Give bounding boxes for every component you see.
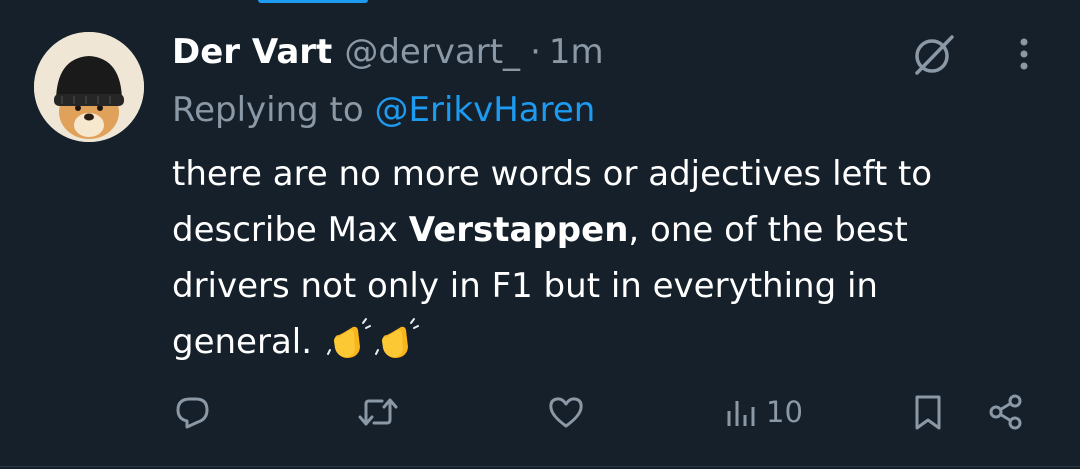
replying-prefix: Replying to — [172, 90, 364, 130]
divider — [0, 466, 1080, 467]
user-handle[interactable]: @dervart_ — [344, 28, 520, 76]
tweet-text-line: describe Max Verstappen, one of the best — [172, 202, 1052, 258]
clapping-hands-emoji — [374, 317, 419, 361]
views-count: 10 — [766, 395, 803, 429]
tweet-actions-bar: 10 — [0, 384, 1080, 440]
reply-icon — [174, 393, 212, 431]
tweet-header: Der Vart @dervart_ · 1m — [172, 28, 604, 76]
retweet-button[interactable] — [356, 384, 400, 440]
views-button[interactable]: 10 — [724, 384, 803, 440]
share-button[interactable] — [986, 384, 1026, 440]
like-icon — [546, 393, 586, 431]
more-icon[interactable] — [1002, 30, 1046, 78]
clapping-hands-emoji — [326, 317, 371, 361]
tweet-text-bold: Verstappen — [408, 210, 629, 250]
grok-icon[interactable] — [908, 28, 960, 80]
tweet-text-line: drivers not only in F1 but in everything… — [172, 266, 878, 306]
tweet-text-segment: general. — [172, 322, 313, 362]
tweet-text: there are no more words or adjectives le… — [172, 146, 1052, 370]
reply-button[interactable] — [174, 384, 212, 440]
timestamp[interactable]: 1m — [549, 28, 604, 76]
separator-dot: · — [530, 32, 541, 72]
tweet-text-line: there are no more words or adjectives le… — [172, 154, 933, 194]
views-icon — [724, 393, 760, 431]
replying-to-line: Replying to @ErikvHaren — [172, 86, 595, 134]
reply-mention-link[interactable]: @ErikvHaren — [375, 90, 596, 130]
avatar[interactable] — [34, 32, 144, 142]
like-button[interactable] — [546, 384, 586, 440]
retweet-icon — [356, 393, 400, 431]
tweet-text-segment: , one of the best — [628, 210, 908, 250]
tweet[interactable]: Der Vart @dervart_ · 1m Replying to @Eri… — [0, 0, 1080, 469]
tweet-text-segment: describe Max — [172, 210, 409, 250]
tweet-text-line: general. — [172, 314, 1052, 370]
share-icon — [986, 392, 1026, 432]
bookmark-icon — [910, 392, 946, 432]
display-name[interactable]: Der Vart — [172, 28, 332, 76]
bookmark-button[interactable] — [910, 384, 946, 440]
